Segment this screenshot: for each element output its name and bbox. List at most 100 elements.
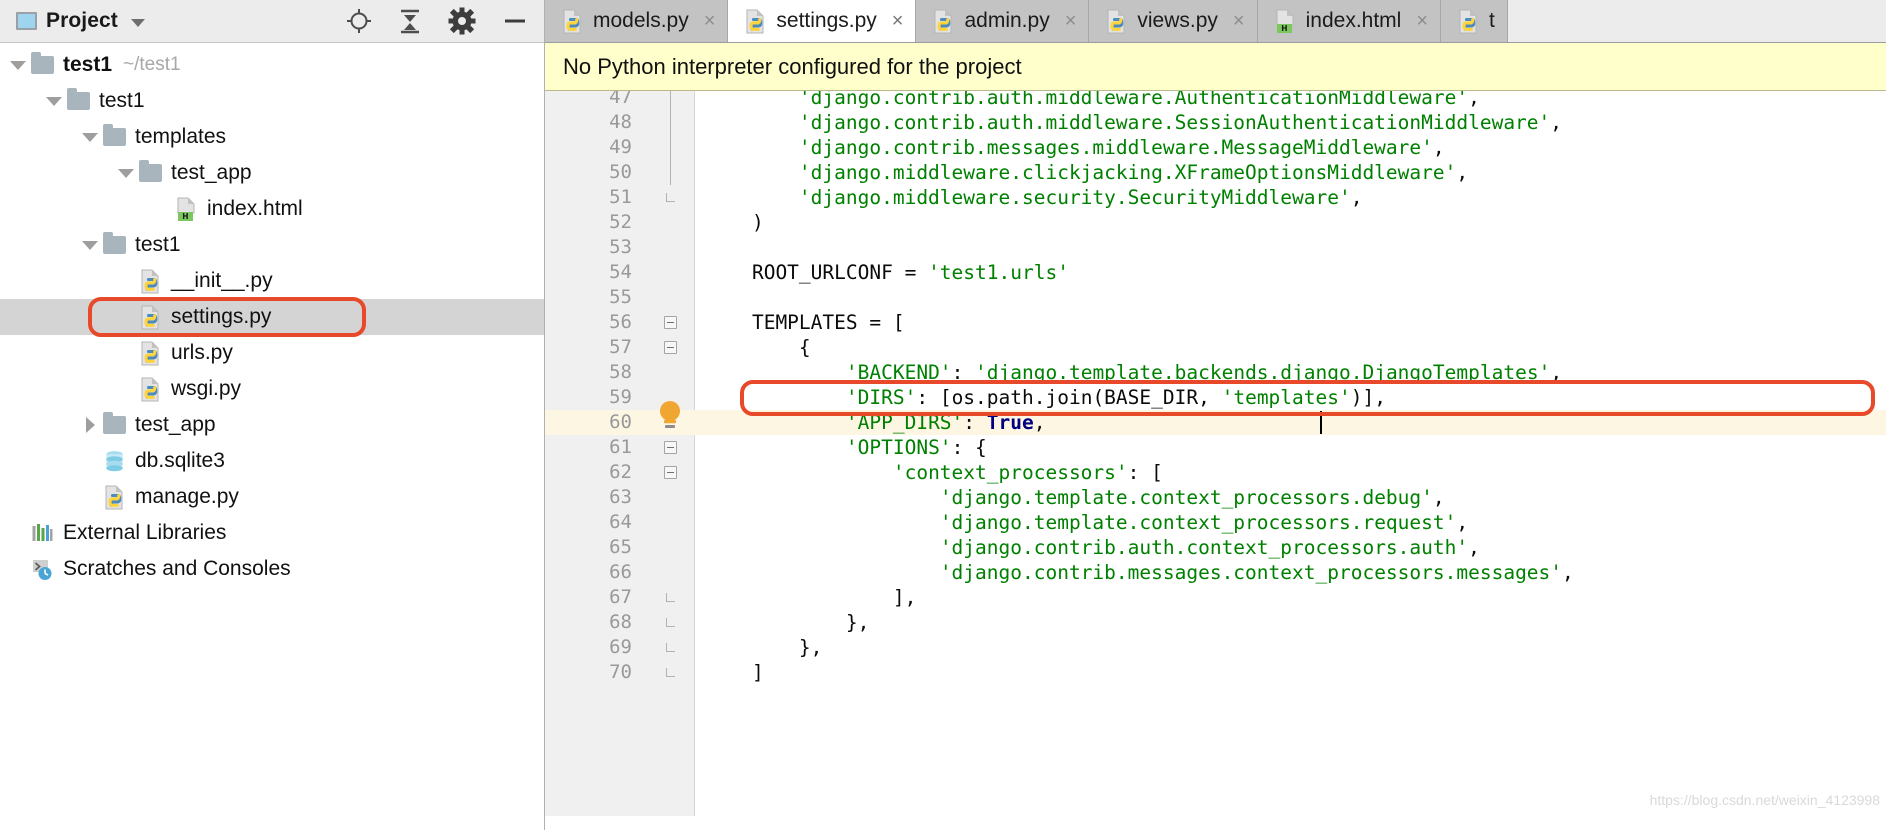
close-icon[interactable]: × xyxy=(1416,11,1428,31)
code-line[interactable]: ], xyxy=(695,585,1886,610)
code-text-area[interactable]: 'django.contrib.auth.middleware.Authenti… xyxy=(695,91,1886,830)
fold-collapse-icon[interactable] xyxy=(645,335,695,360)
tree-item-test1[interactable]: test1 xyxy=(0,83,544,119)
code-line[interactable]: }, xyxy=(695,635,1886,660)
close-icon[interactable]: × xyxy=(704,11,716,31)
gutter-row[interactable]: 64 xyxy=(545,510,695,535)
code-line[interactable] xyxy=(695,235,1886,260)
no-interpreter-banner[interactable]: No Python interpreter configured for the… xyxy=(545,43,1886,91)
collapse-all-icon[interactable] xyxy=(398,8,422,34)
tree-item-test-app[interactable]: test_app xyxy=(0,407,544,443)
gutter-row[interactable]: 54 xyxy=(545,260,695,285)
tree-item--init-py[interactable]: __init__.py xyxy=(0,263,544,299)
gutter-row[interactable]: 68 xyxy=(545,610,695,635)
gutter-row[interactable]: 63 xyxy=(545,485,695,510)
code-line[interactable]: 'django.contrib.auth.middleware.SessionA… xyxy=(695,110,1886,135)
editor-tab-views-py[interactable]: views.py × xyxy=(1089,0,1258,42)
project-tree[interactable]: test1 ~/test1 test1 templates test_app Hindex… xyxy=(0,43,544,830)
chevron-down-icon[interactable] xyxy=(42,96,66,106)
code-line[interactable]: 'OPTIONS': { xyxy=(695,435,1886,460)
chevron-down-icon[interactable] xyxy=(78,240,102,250)
code-editor[interactable]: 47 48 49 50 51 52 53 54 55 56 57 58 59 60 61 62 63 64 65 66… xyxy=(545,91,1886,830)
editor-tab-admin-py[interactable]: admin.py × xyxy=(916,0,1090,42)
chevron-down-icon[interactable] xyxy=(130,18,145,27)
code-line[interactable]: ) xyxy=(695,210,1886,235)
code-line[interactable]: ] xyxy=(695,660,1886,685)
tree-item-test-app[interactable]: test_app xyxy=(0,155,544,191)
project-title-group[interactable]: Project xyxy=(16,9,145,33)
code-line[interactable]: TEMPLATES = [ xyxy=(695,310,1886,335)
line-number: 48 xyxy=(609,111,632,133)
fold-end-icon xyxy=(645,610,695,635)
chevron-down-icon[interactable] xyxy=(6,60,30,70)
tree-item-scratches-and-consoles[interactable]: Scratches and Consoles xyxy=(0,551,544,587)
gutter-row[interactable]: 61 xyxy=(545,435,695,460)
code-line[interactable]: 'DIRS': [os.path.join(BASE_DIR, 'templat… xyxy=(695,385,1886,410)
code-line[interactable]: 'django.middleware.security.SecurityMidd… xyxy=(695,185,1886,210)
code-line[interactable] xyxy=(695,285,1886,310)
editor-tab-models-py[interactable]: models.py × xyxy=(545,0,729,42)
gutter-row[interactable]: 55 xyxy=(545,285,695,310)
code-line[interactable]: }, xyxy=(695,610,1886,635)
tree-item-manage-py[interactable]: manage.py xyxy=(0,479,544,515)
gutter-row[interactable]: 53 xyxy=(545,235,695,260)
code-line[interactable]: 'django.template.context_processors.requ… xyxy=(695,510,1886,535)
close-icon[interactable]: × xyxy=(1233,11,1245,31)
fold-collapse-icon[interactable] xyxy=(645,460,695,485)
code-line[interactable]: 'BACKEND': 'django.template.backends.dja… xyxy=(695,360,1886,385)
code-line[interactable]: 'context_processors': [ xyxy=(695,460,1886,485)
editor-tab-settings-py[interactable]: settings.py × xyxy=(728,0,917,42)
gutter-row[interactable]: 67 xyxy=(545,585,695,610)
code-line[interactable]: 'django.contrib.messages.context_process… xyxy=(695,560,1886,585)
gutter-row[interactable]: 66 xyxy=(545,560,695,585)
tree-item-urls-py[interactable]: urls.py xyxy=(0,335,544,371)
fold-collapse-icon[interactable] xyxy=(645,435,695,460)
editor-gutter[interactable]: 47 48 49 50 51 52 53 54 55 56 57 58 59 60 61 62 63 64 65 66… xyxy=(545,91,695,830)
gutter-row[interactable]: 51 xyxy=(545,185,695,210)
gutter-row[interactable]: 48 xyxy=(545,110,695,135)
code-line[interactable]: 'django.contrib.auth.context_processors.… xyxy=(695,535,1886,560)
gutter-row[interactable]: 56 xyxy=(545,310,695,335)
chevron-right-icon[interactable] xyxy=(78,417,102,433)
code-line[interactable]: ROOT_URLCONF = 'test1.urls' xyxy=(695,260,1886,285)
locate-icon[interactable] xyxy=(346,8,372,34)
gutter-row[interactable]: 50 xyxy=(545,160,695,185)
gutter-row[interactable]: 58 xyxy=(545,360,695,385)
editor-tab-index-html[interactable]: Hindex.html × xyxy=(1257,0,1442,42)
tree-item-test1[interactable]: test1 ~/test1 xyxy=(0,47,544,83)
fold-empty xyxy=(645,360,695,385)
code-line[interactable]: 'django.contrib.auth.middleware.Authenti… xyxy=(695,91,1886,110)
lightbulb-icon[interactable] xyxy=(658,400,682,434)
tree-item-index-html[interactable]: Hindex.html xyxy=(0,191,544,227)
tree-item-db-sqlite3[interactable]: db.sqlite3 xyxy=(0,443,544,479)
fold-collapse-icon[interactable] xyxy=(645,310,695,335)
code-line[interactable]: { xyxy=(695,335,1886,360)
gutter-row[interactable]: 65 xyxy=(545,535,695,560)
chevron-down-icon[interactable] xyxy=(78,132,102,142)
tree-item-label: test1 xyxy=(63,53,113,76)
close-icon[interactable]: × xyxy=(1065,11,1077,31)
gutter-row[interactable]: 52 xyxy=(545,210,695,235)
chevron-down-icon[interactable] xyxy=(114,168,138,178)
gutter-row[interactable]: 49 xyxy=(545,135,695,160)
close-icon[interactable]: × xyxy=(892,11,904,31)
gutter-row[interactable]: 70 xyxy=(545,660,695,685)
gutter-row[interactable]: 69 xyxy=(545,635,695,660)
code-line[interactable]: 'django.middleware.clickjacking.XFrameOp… xyxy=(695,160,1886,185)
gear-icon[interactable] xyxy=(448,7,476,35)
tree-item-templates[interactable]: templates xyxy=(0,119,544,155)
code-line[interactable]: 'django.contrib.messages.middleware.Mess… xyxy=(695,135,1886,160)
line-number: 67 xyxy=(609,586,632,608)
tree-item-test1[interactable]: test1 xyxy=(0,227,544,263)
editor-tab-t[interactable]: t xyxy=(1441,0,1508,42)
tree-item-settings-py[interactable]: settings.py xyxy=(0,299,544,335)
gutter-row[interactable]: 57 xyxy=(545,335,695,360)
minimize-icon[interactable] xyxy=(502,8,528,34)
code-line[interactable]: 'APP_DIRS': True, xyxy=(695,410,1886,435)
gutter-row[interactable]: 47 xyxy=(545,91,695,110)
code-line[interactable]: 'django.template.context_processors.debu… xyxy=(695,485,1886,510)
tree-item-wsgi-py[interactable]: wsgi.py xyxy=(0,371,544,407)
gutter-row[interactable]: 62 xyxy=(545,460,695,485)
tree-item-external-libraries[interactable]: External Libraries xyxy=(0,515,544,551)
editor-tab-bar[interactable]: models.py × settings.py × admin.py × views.py ×… xyxy=(545,0,1886,43)
